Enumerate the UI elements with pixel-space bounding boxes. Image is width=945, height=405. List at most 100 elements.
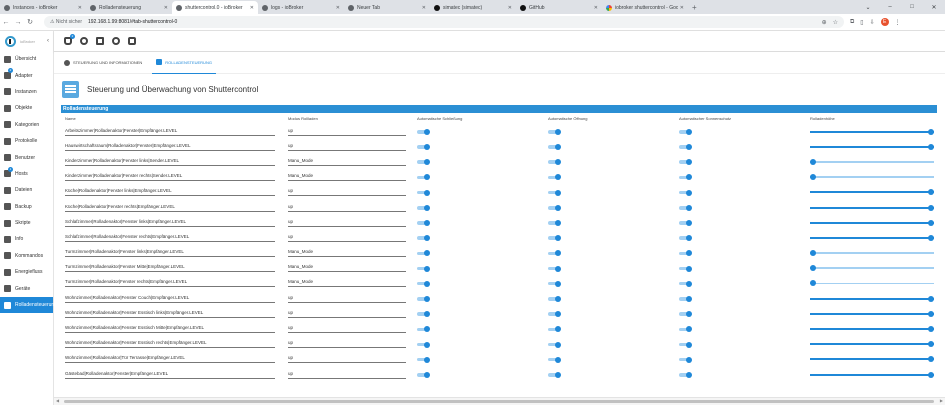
sun-protection-toggle[interactable] — [679, 250, 692, 257]
close-tab-icon[interactable]: ✕ — [680, 5, 684, 11]
shutter-mode-field[interactable]: up — [288, 128, 406, 136]
download-icon[interactable]: ⇩ — [870, 19, 875, 26]
tab-steuerung-informationen[interactable]: Steuerung und Informationen — [60, 52, 146, 74]
slider-thumb[interactable] — [810, 280, 816, 287]
shutter-mode-field[interactable]: up — [288, 188, 406, 197]
slider-thumb[interactable] — [810, 158, 816, 165]
shutter-mode-field[interactable]: up — [288, 355, 406, 364]
auto-open-toggle[interactable] — [548, 250, 561, 257]
auto-close-toggle[interactable] — [417, 159, 430, 166]
state-name-field[interactable]: Turmzimmer|Rolladenaktor|Fenster rechts|… — [65, 279, 275, 288]
shutter-height-slider[interactable] — [810, 295, 934, 302]
extension-icon[interactable]: ⧉ — [850, 19, 854, 26]
not-secure-indicator[interactable]: ⚠ Nicht sicher — [50, 19, 82, 25]
close-tab-icon[interactable]: ✕ — [594, 5, 598, 11]
state-name-field[interactable]: Schlafzimmer|Rolladenaktor|Fenster recht… — [65, 234, 275, 242]
sun-protection-toggle[interactable] — [679, 204, 692, 211]
address-bar[interactable]: ⚠ Nicht sicher 192.168.1.99:8081/#tab-sh… — [44, 16, 844, 28]
auto-close-toggle[interactable] — [417, 341, 430, 348]
forward-button[interactable]: → — [12, 19, 24, 26]
sun-protection-toggle[interactable] — [679, 371, 692, 378]
shutter-height-slider[interactable] — [810, 143, 934, 150]
scrollbar-thumb[interactable] — [64, 400, 934, 403]
visibility-eye-icon[interactable] — [80, 37, 88, 45]
sidebar-item-protokolle[interactable]: Protokolle — [0, 133, 53, 149]
state-name-field[interactable]: Schlafzimmer|Rolladenaktor|Fenster links… — [65, 219, 275, 227]
slider-thumb[interactable] — [928, 189, 934, 196]
sidebar-item-kommandos[interactable]: Kommandos — [0, 248, 53, 264]
state-name-field[interactable]: Gästebad|Rolladenaktor|Fenster|Empfänger… — [65, 371, 275, 379]
shutter-mode-field[interactable]: Manu_Mode — [288, 279, 406, 288]
auto-close-toggle[interactable] — [417, 280, 430, 287]
state-name-field[interactable]: Arbeitszimmer|Rolladenaktor|Fenster|Empf… — [65, 128, 275, 136]
sun-protection-toggle[interactable] — [679, 235, 692, 242]
shutter-mode-field[interactable]: up — [288, 340, 406, 349]
state-name-field[interactable]: Küche|Rolladenaktor|Fenster links|Empfän… — [65, 188, 275, 197]
browser-menu-icon[interactable]: ⋮ — [895, 19, 901, 26]
slider-thumb[interactable] — [928, 371, 934, 378]
wrench-icon[interactable] — [96, 37, 104, 45]
shutter-mode-field[interactable]: up — [288, 325, 406, 334]
slider-thumb[interactable] — [928, 143, 934, 150]
state-name-field[interactable]: Wohnzimmer|Rolladenaktor|Tür Terrasse|Em… — [65, 355, 275, 364]
shutter-mode-field[interactable]: up — [288, 310, 406, 318]
shutter-height-slider[interactable] — [810, 189, 934, 196]
state-name-field[interactable]: Kinderzimmer|Rolladenaktor|Fenster recht… — [65, 173, 275, 182]
state-name-field[interactable]: Wohnzimmer|Rolladenaktor|Fenster Esstisc… — [65, 340, 275, 349]
shutter-mode-field[interactable]: up — [288, 371, 406, 379]
shutter-mode-field[interactable]: up — [288, 234, 406, 242]
shutter-mode-field[interactable]: up — [288, 219, 406, 227]
auto-open-toggle[interactable] — [548, 326, 561, 333]
auto-open-toggle[interactable] — [548, 265, 561, 272]
auto-close-toggle[interactable] — [417, 250, 430, 257]
auto-open-toggle[interactable] — [548, 371, 561, 378]
close-tab-icon[interactable]: ✕ — [508, 5, 512, 11]
shutter-height-slider[interactable] — [810, 219, 934, 226]
close-tab-icon[interactable]: ✕ — [422, 5, 426, 11]
minimize-button[interactable]: – — [879, 4, 901, 10]
scroll-right-arrow[interactable]: ▶ — [940, 398, 943, 403]
shutter-mode-field[interactable]: up — [288, 204, 406, 212]
shutter-height-slider[interactable] — [810, 158, 934, 165]
sidebar-item-skripte[interactable]: Skripte — [0, 215, 53, 231]
browser-tab[interactable]: Neuer Tab ✕ — [344, 1, 430, 14]
shutter-height-slider[interactable] — [810, 204, 934, 211]
auto-open-toggle[interactable] — [548, 220, 561, 227]
close-window-button[interactable]: ✕ — [923, 4, 945, 11]
sun-protection-toggle[interactable] — [679, 159, 692, 166]
shutter-height-slider[interactable] — [810, 128, 934, 135]
auto-open-toggle[interactable] — [548, 189, 561, 196]
shutter-height-slider[interactable] — [810, 265, 934, 272]
browser-tab[interactable]: shuttercontrol.0 - ioBroker ✕ — [172, 1, 258, 14]
sidebar-item-instanzen[interactable]: Instanzen — [0, 84, 53, 100]
shutter-height-slider[interactable] — [810, 371, 934, 378]
settings-gear-icon[interactable] — [112, 37, 120, 45]
state-name-field[interactable]: Kinderzimmer|Rolladenaktor|Fenster links… — [65, 158, 275, 166]
shutter-height-slider[interactable] — [810, 326, 934, 333]
shutter-mode-field[interactable]: Manu_Mode — [288, 173, 406, 182]
auto-close-toggle[interactable] — [417, 174, 430, 181]
slider-thumb[interactable] — [810, 265, 816, 272]
notifications-icon[interactable]: 2 — [64, 34, 75, 45]
state-name-field[interactable]: Wohnzimmer|Rolladenaktor|Fenster Couch|E… — [65, 295, 275, 303]
shutter-mode-field[interactable]: up — [288, 143, 406, 151]
auto-close-toggle[interactable] — [417, 128, 430, 135]
tab-rolladensteuerung[interactable]: Rolladensteuerung — [152, 52, 216, 74]
shutter-height-slider[interactable] — [810, 250, 934, 257]
auto-close-toggle[interactable] — [417, 220, 430, 227]
sidebar-item-energiefluss[interactable]: Energiefluss — [0, 264, 53, 280]
sun-protection-toggle[interactable] — [679, 341, 692, 348]
shutter-height-slider[interactable] — [810, 356, 934, 363]
state-name-field[interactable]: Wohnzimmer|Rolladenaktor|Fenster Esstisc… — [65, 310, 275, 318]
maximize-button[interactable]: □ — [901, 4, 923, 10]
shutter-height-slider[interactable] — [810, 174, 934, 181]
reload-button[interactable]: ↻ — [24, 18, 36, 26]
state-name-field[interactable]: Turmzimmer|Rolladenaktor|Fenster Mitte|E… — [65, 264, 275, 273]
zoom-icon[interactable]: ⊕ — [822, 19, 827, 26]
sidebar-item-übersicht[interactable]: Übersicht — [0, 51, 53, 67]
iobroker-logo[interactable] — [5, 35, 16, 47]
new-tab-button[interactable]: + — [688, 3, 701, 14]
browser-tab[interactable]: iobroker shuttercontrol - Goog ✕ — [602, 1, 688, 14]
auto-close-toggle[interactable] — [417, 189, 430, 196]
sun-protection-toggle[interactable] — [679, 174, 692, 181]
